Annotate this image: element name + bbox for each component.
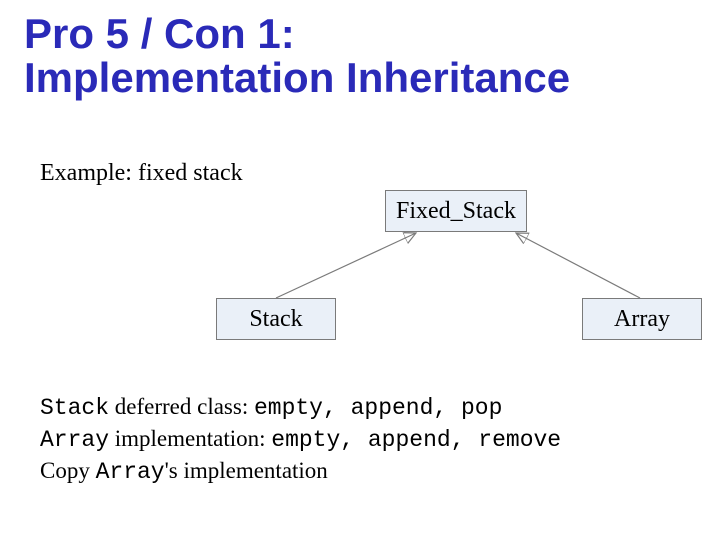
desc-l1-code2: empty, append, pop	[254, 395, 502, 421]
desc-line-2: Array implementation: empty, append, rem…	[40, 424, 561, 456]
desc-l3-text1: Copy	[40, 458, 96, 483]
description-block: Stack deferred class: empty, append, pop…	[40, 392, 561, 488]
desc-l2-text1: implementation:	[109, 426, 271, 451]
diagram-box-array: Array	[582, 298, 702, 340]
desc-l1-code1: Stack	[40, 395, 109, 421]
desc-l2-code1: Array	[40, 427, 109, 453]
title-line-2: Implementation Inheritance	[24, 54, 570, 101]
desc-line-3: Copy Array's implementation	[40, 456, 561, 488]
diagram-box-array-label: Array	[614, 306, 670, 333]
desc-l3-code1: Array	[96, 459, 165, 485]
desc-l1-text1: deferred class:	[109, 394, 254, 419]
desc-l2-code2: empty, append, remove	[271, 427, 561, 453]
diagram-box-fixed-stack: Fixed_Stack	[385, 190, 527, 232]
desc-l3-text2: 's implementation	[165, 458, 328, 483]
diagram-box-stack-label: Stack	[249, 306, 302, 333]
title-line-1: Pro 5 / Con 1:	[24, 10, 295, 57]
desc-line-1: Stack deferred class: empty, append, pop	[40, 392, 561, 424]
example-label: Example: fixed stack	[40, 160, 243, 187]
diagram-box-stack: Stack	[216, 298, 336, 340]
slide-title: Pro 5 / Con 1: Implementation Inheritanc…	[24, 12, 570, 100]
diagram-box-fixed-stack-label: Fixed_Stack	[396, 198, 516, 225]
